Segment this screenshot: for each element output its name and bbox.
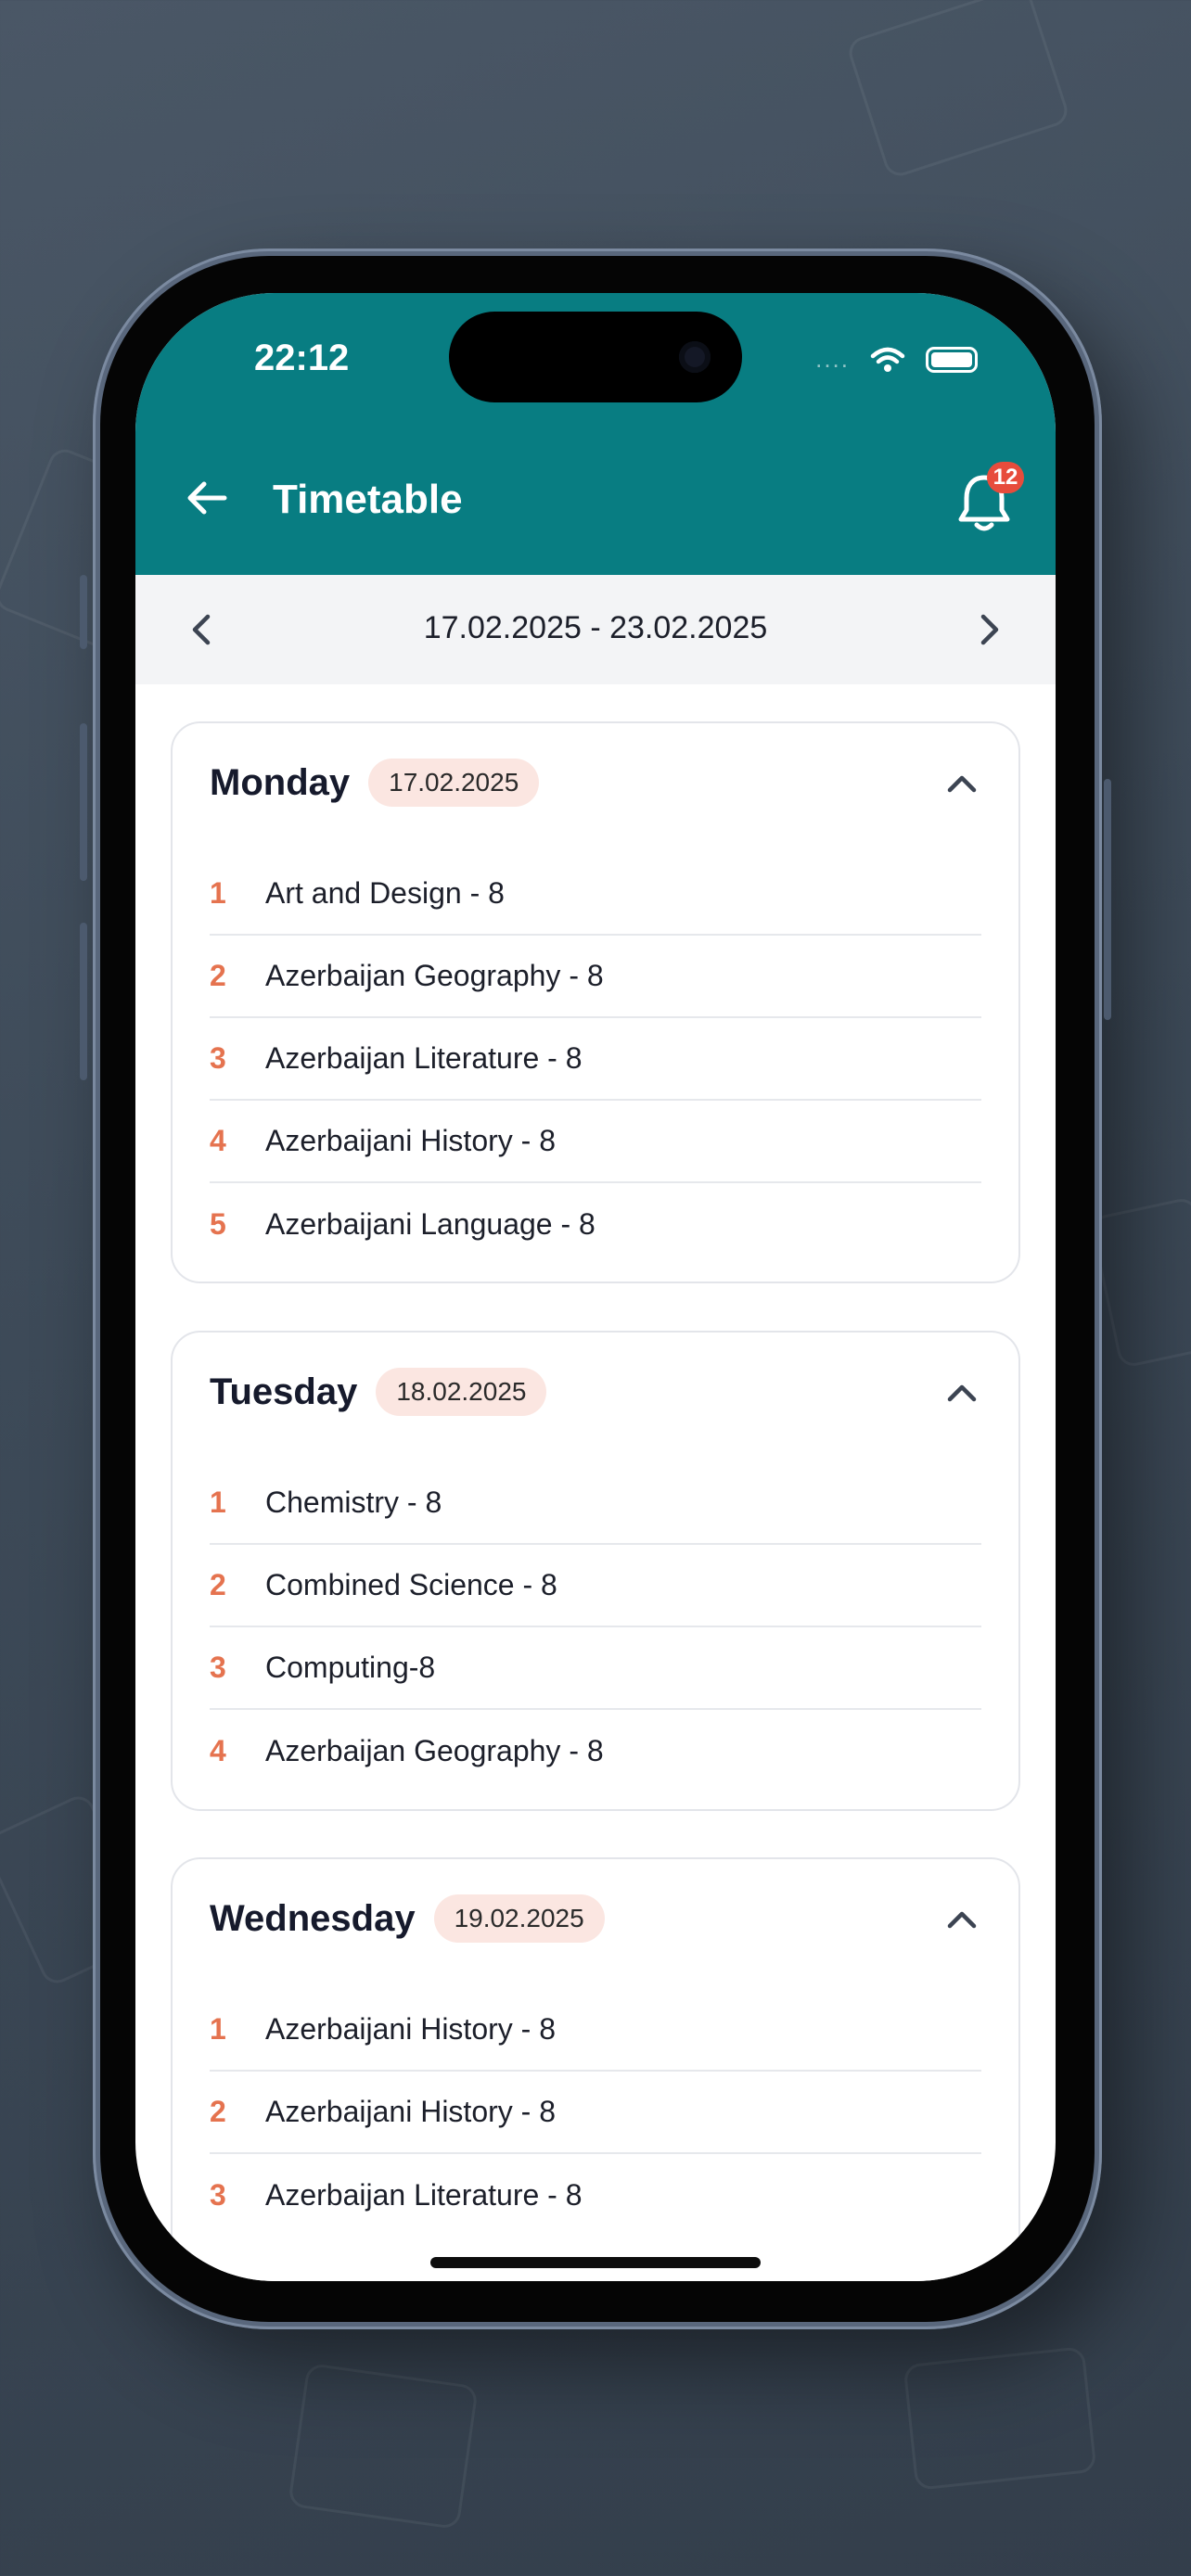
lesson-number: 4 — [210, 1734, 226, 1767]
lesson-number: 2 — [210, 959, 226, 992]
phone-side-button — [1104, 779, 1111, 1020]
lesson-row[interactable]: 2 Azerbaijan Geography - 8 — [210, 936, 981, 1018]
background-doodle — [903, 2346, 1097, 2491]
chevron-right-icon — [980, 614, 999, 645]
day-name: Wednesday — [210, 1897, 416, 1939]
lesson-number: 3 — [210, 2178, 226, 2212]
dynamic-island — [449, 312, 742, 402]
week-range-label: 17.02.2025 - 23.02.2025 — [423, 610, 768, 645]
lesson-list: 1 Chemistry - 8 2 Combined Science - 8 3 Co… — [210, 1462, 981, 1792]
lesson-row[interactable]: 3 Azerbaijan Literature - 8 — [210, 1018, 981, 1101]
page-title: Timetable — [273, 477, 463, 522]
lesson-number: 3 — [210, 1651, 226, 1684]
day-card-wednesday: Wednesday 19.02.2025 1 Azerbaijani Histor… — [171, 1857, 1020, 2281]
notifications-button[interactable]: 12 — [954, 460, 1028, 538]
wifi-icon — [870, 347, 905, 372]
status-time: 22:12 — [254, 338, 350, 378]
lesson-subject: Azerbaijan Literature - 8 — [265, 2178, 583, 2212]
lesson-number: 2 — [210, 2095, 226, 2128]
next-week-button[interactable] — [959, 599, 1020, 660]
week-navigator: 17.02.2025 - 23.02.2025 — [135, 575, 1056, 684]
day-name: Monday — [210, 761, 351, 803]
lesson-row[interactable]: 2 Combined Science - 8 — [210, 1545, 981, 1627]
background-doodle — [288, 2362, 479, 2531]
lesson-row[interactable]: 1 Chemistry - 8 — [210, 1462, 981, 1545]
lesson-list: 1 Azerbaijani History - 8 2 Azerbaijani Hi… — [210, 1989, 981, 2237]
lesson-subject: Combined Science - 8 — [265, 1568, 557, 1601]
day-header: Wednesday 19.02.2025 — [210, 1894, 605, 1943]
collapse-button[interactable] — [929, 1360, 994, 1425]
lesson-row[interactable]: 4 Azerbaijani History - 8 — [210, 1101, 981, 1183]
lesson-number: 5 — [210, 1207, 226, 1241]
lesson-row[interactable]: 1 Art and Design - 8 — [210, 853, 981, 936]
phone-side-button — [80, 923, 87, 1080]
date-badge: 17.02.2025 — [368, 759, 540, 807]
lesson-row[interactable]: 5 Azerbaijani Language - 8 — [210, 1183, 981, 1266]
lesson-row[interactable]: 2 Azerbaijani History - 8 — [210, 2072, 981, 2154]
app-screen: 22:12 .... Timetable 12 17.02.2025 - 23.… — [135, 293, 1056, 2281]
day-name: Tuesday — [210, 1371, 358, 1412]
lesson-subject: Azerbaijani History - 8 — [265, 2095, 556, 2128]
collapse-button[interactable] — [929, 751, 994, 816]
lesson-subject: Chemistry - 8 — [265, 1486, 442, 1519]
phone-side-button — [80, 723, 87, 881]
chevron-up-icon — [947, 1911, 977, 1929]
battery-icon — [926, 346, 978, 373]
lesson-number: 1 — [210, 1486, 226, 1519]
status-icons: .... — [815, 345, 978, 374]
day-header: Monday 17.02.2025 — [210, 759, 540, 807]
chevron-up-icon — [947, 1384, 977, 1402]
notification-badge: 12 — [987, 462, 1024, 493]
lesson-number: 1 — [210, 2012, 226, 2046]
lesson-number: 4 — [210, 1124, 226, 1157]
lesson-subject: Art and Design - 8 — [265, 876, 505, 910]
lesson-number: 2 — [210, 1568, 226, 1601]
lesson-subject: Azerbaijan Literature - 8 — [265, 1041, 583, 1075]
background-doodle — [1089, 1195, 1191, 1370]
lesson-subject: Azerbaijan Geography - 8 — [265, 1734, 604, 1767]
day-header: Tuesday 18.02.2025 — [210, 1368, 547, 1416]
phone-side-button — [80, 575, 87, 649]
back-button[interactable] — [174, 465, 239, 530]
lesson-row[interactable]: 3 Azerbaijan Literature - 8 — [210, 2154, 981, 2237]
lesson-list: 1 Art and Design - 8 2 Azerbaijan Geograph… — [210, 853, 981, 1266]
lesson-row[interactable]: 3 Computing-8 — [210, 1627, 981, 1710]
home-indicator[interactable] — [430, 2257, 761, 2268]
signal-icon: .... — [815, 345, 850, 373]
lesson-row[interactable]: 4 Azerbaijan Geography - 8 — [210, 1710, 981, 1792]
app-header: 22:12 .... Timetable 12 — [135, 293, 1056, 575]
lesson-subject: Computing-8 — [265, 1651, 436, 1684]
lesson-subject: Azerbaijani History - 8 — [265, 1124, 556, 1157]
lesson-subject: Azerbaijani History - 8 — [265, 2012, 556, 2046]
lesson-row[interactable]: 1 Azerbaijani History - 8 — [210, 1989, 981, 2072]
arrow-left-icon — [187, 481, 227, 515]
lesson-subject: Azerbaijani Language - 8 — [265, 1207, 596, 1241]
timetable-list[interactable]: Monday 17.02.2025 1 Art and Design - 8 2 A… — [135, 684, 1056, 2281]
lesson-number: 3 — [210, 1041, 226, 1075]
lesson-number: 1 — [210, 876, 226, 910]
day-card-monday: Monday 17.02.2025 1 Art and Design - 8 2 A… — [171, 721, 1020, 1283]
chevron-up-icon — [947, 775, 977, 793]
background-doodle — [844, 0, 1072, 181]
date-badge: 18.02.2025 — [376, 1368, 547, 1416]
camera-icon — [679, 341, 711, 373]
date-badge: 19.02.2025 — [433, 1894, 605, 1943]
lesson-subject: Azerbaijan Geography - 8 — [265, 959, 604, 992]
day-card-tuesday: Tuesday 18.02.2025 1 Chemistry - 8 2 Combi… — [171, 1331, 1020, 1811]
collapse-button[interactable] — [929, 1887, 994, 1952]
